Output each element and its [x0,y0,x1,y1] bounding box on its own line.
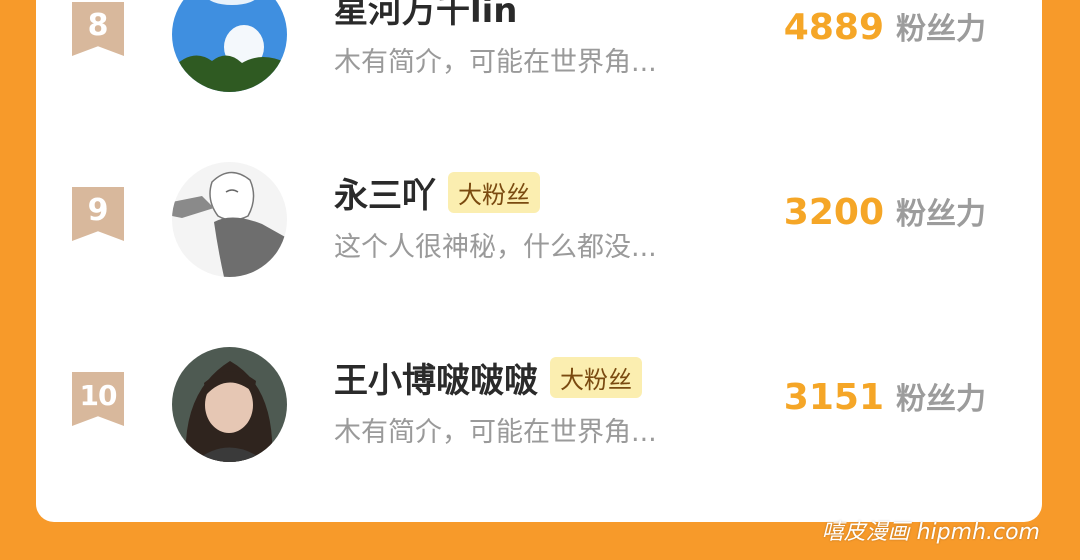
score-unit: 粉丝力 [896,382,986,417]
sky-avatar-icon[interactable] [172,0,287,92]
score-unit: 粉丝力 [896,12,986,47]
fan-score: 3200 粉丝力 [784,189,986,233]
user-name[interactable]: 星河万千lin [334,0,518,32]
score-value: 3200 [783,192,884,233]
user-bio: 木有简介，可能在世界角... [334,417,657,448]
user-bio: 木有简介，可能在世界角... [334,47,657,78]
fan-badge: 大粉丝 [448,171,540,213]
girl-avatar-icon[interactable] [172,347,287,462]
fan-badge: 大粉丝 [550,356,642,398]
ranking-card: 8 星河万千lin 木有简介，可能在世界角... 4889 粉丝力 9 永三吖 … [36,0,1042,522]
fan-score: 3151 粉丝力 [784,374,986,418]
list-item[interactable]: 8 星河万千lin 木有简介，可能在世界角... 4889 粉丝力 [36,0,1042,132]
rank-badge: 9 [72,187,124,241]
user-bio: 这个人很神秘，什么都没... [334,232,657,263]
fan-score: 4889 粉丝力 [784,4,986,48]
sketch-avatar-icon[interactable] [172,162,287,277]
rank-badge: 8 [72,2,124,56]
user-name[interactable]: 王小博啵啵啵 [334,353,538,402]
score-unit: 粉丝力 [896,197,986,232]
score-value: 4889 [783,7,884,48]
rank-badge: 10 [72,372,124,426]
watermark: 嘻皮漫画 hipmh.com [821,520,1040,545]
list-item[interactable]: 10 王小博啵啵啵 大粉丝 木有简介，可能在世界角... 3151 粉丝力 [36,347,1042,502]
user-name[interactable]: 永三吖 [334,168,436,217]
score-value: 3151 [783,377,884,418]
list-item[interactable]: 9 永三吖 大粉丝 这个人很神秘，什么都没... 3200 粉丝力 [36,162,1042,317]
